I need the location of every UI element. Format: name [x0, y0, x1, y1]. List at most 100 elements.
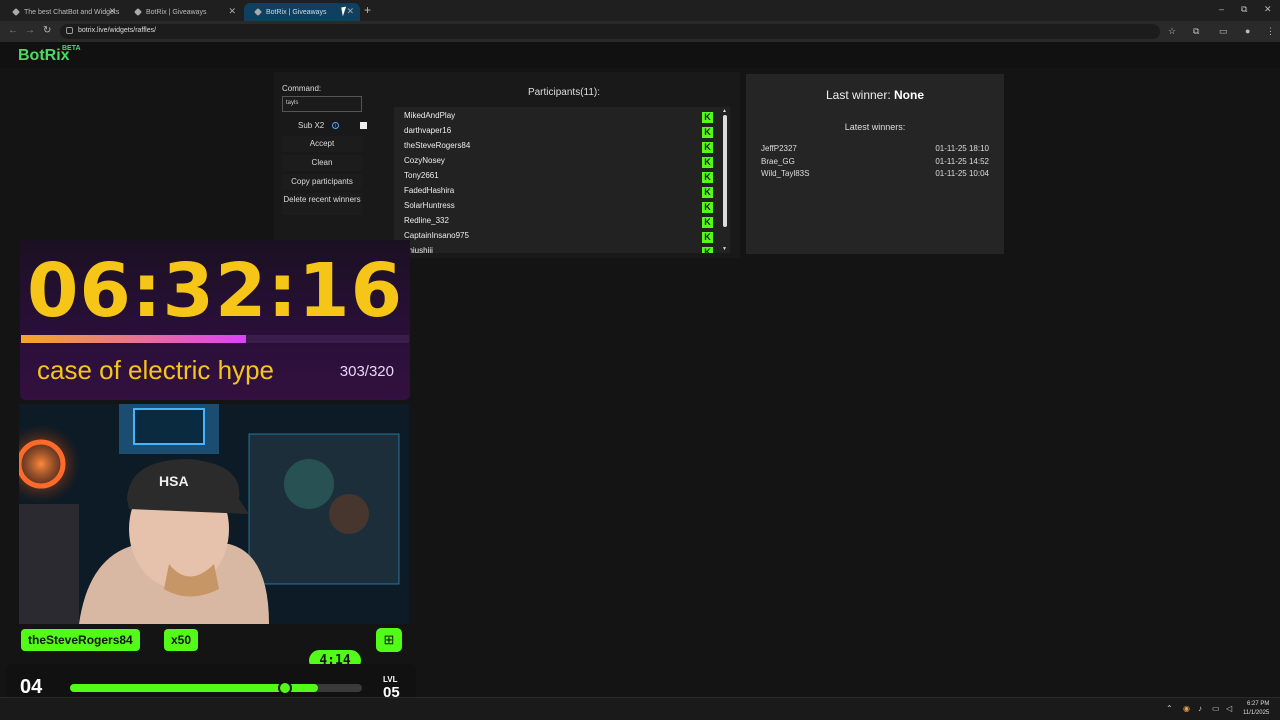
tray-app-icon[interactable]: ◉ [1183, 704, 1190, 713]
accept-button[interactable]: Accept [282, 136, 362, 152]
kick-logo-icon: K [702, 232, 713, 243]
webcam-image: HSA [19, 404, 409, 624]
winner-name: Wild_Tayl83S [761, 169, 810, 178]
sub-multiplier-label: Sub X2 [298, 121, 325, 130]
clean-button[interactable]: Clean [282, 155, 362, 171]
kick-logo-icon: K [702, 187, 713, 198]
participant-name: CozyNosey [404, 156, 445, 165]
participant-name: MikedAndPlay [404, 111, 456, 120]
winner-row: Brae_GG 01-11-25 14:52 [761, 157, 989, 166]
participant-row[interactable]: SolarHuntress K [404, 201, 713, 215]
winner-date: 01-11-25 10:04 [935, 169, 989, 178]
participant-row[interactable]: darthvaper16 K [404, 126, 713, 140]
command-input[interactable]: tayls [282, 96, 362, 112]
scroll-thumb[interactable] [723, 115, 727, 227]
tab-title: BotRix | Giveaways [146, 8, 207, 16]
raffle-panel: Command: tayls Sub X2 i Accept Clean Cop… [274, 72, 740, 258]
clock-time[interactable]: 6:27 PM [1247, 701, 1269, 707]
subathon-timer: 06:32:16 [26, 248, 404, 334]
reload-icon[interactable]: ↻ [43, 25, 51, 36]
bus-icon: ⊞ [376, 628, 402, 652]
close-tab-icon[interactable]: ✕ [228, 6, 236, 17]
participant-row[interactable]: CozyNosey K [404, 156, 713, 170]
beta-badge: BETA [62, 45, 81, 52]
winner-date: 01-11-25 14:52 [935, 156, 989, 166]
scroll-down-icon[interactable]: ▼ [722, 246, 727, 252]
site-info-icon[interactable] [66, 27, 73, 34]
winner-row: JeffP2327 01-11-25 18:10 [761, 144, 989, 153]
close-window-button[interactable]: ✕ [1264, 4, 1272, 15]
extensions-icon[interactable]: ⧉ [1193, 26, 1199, 37]
kick-logo-icon: K [702, 217, 713, 228]
participant-name: FadedHashira [404, 186, 455, 195]
participant-row[interactable]: ohiushiii K [404, 246, 713, 253]
participant-row[interactable]: MikedAndPlay K [404, 111, 713, 125]
current-level: 04 [20, 676, 43, 698]
participants-scrollbar[interactable]: ▲ ▼ [722, 108, 728, 254]
menu-icon[interactable]: ⋮ [1266, 26, 1275, 37]
participant-row[interactable]: FadedHashira K [404, 186, 713, 200]
winner-name: JeffP2327 [761, 144, 797, 153]
new-tab-button[interactable]: + [364, 3, 371, 17]
winner-name: Brae_GG [761, 156, 795, 166]
participant-name: Redline_332 [404, 216, 449, 225]
level-label: LVL [383, 675, 398, 684]
winner-panel: Last winner: None Latest winners: JeffP2… [746, 74, 1004, 254]
delete-recent-winners-button[interactable]: Delete recent winners [282, 193, 362, 215]
browser-tab-bar: The best ChatBot and Widgets ✕ BotRix | … [0, 0, 1280, 21]
sidepanel-icon[interactable]: ▭ [1219, 26, 1228, 37]
address-bar: ← → ↻ botrix.live/widgets/raffles/ ☆ ⧉ ▭… [0, 21, 1280, 42]
participant-name: theSteveRogers84 [404, 141, 471, 150]
kick-logo-icon: K [702, 202, 713, 213]
site-favicon-icon [12, 8, 20, 16]
winner-date: 01-11-25 18:10 [935, 144, 989, 153]
tray-chevron-icon[interactable]: ⌃ [1166, 704, 1173, 713]
maximize-button[interactable]: ⧉ [1241, 4, 1247, 15]
winner-row: Wild_Tayl83S 01-11-25 10:04 [761, 169, 989, 178]
tab-title: The best ChatBot and Widgets [24, 8, 120, 16]
site-favicon-icon [134, 8, 142, 16]
last-winner-value: None [894, 88, 925, 102]
hype-progress-track [21, 335, 409, 343]
sub-multiplier-checkbox[interactable] [360, 122, 367, 129]
scroll-up-icon[interactable]: ▲ [722, 108, 727, 114]
participant-row[interactable]: Tony2661 K [404, 171, 713, 185]
url-field[interactable]: botrix.live/widgets/raffles/ [60, 24, 1160, 39]
back-arrow-icon[interactable]: ← [8, 25, 18, 36]
multiplier-badge: x50 [164, 629, 199, 651]
bookmark-star-icon[interactable]: ☆ [1168, 26, 1176, 37]
kick-logo-icon: K [702, 112, 713, 123]
participant-row[interactable]: Redline_332 K [404, 216, 713, 230]
last-winner: Last winner: None [746, 88, 1004, 102]
command-label: Command: [282, 84, 322, 93]
site-header: BotRix BETA [0, 42, 1280, 68]
participant-name: CaptainInsano975 [404, 231, 469, 240]
tab-chatbot[interactable]: The best ChatBot and Widgets ✕ [2, 3, 122, 21]
participant-name: SolarHuntress [404, 201, 455, 210]
subathon-timer-widget: 06:32:16 case of electric hype 303/320 [20, 240, 410, 400]
network-icon[interactable]: ▭ [1212, 704, 1220, 713]
kick-logo-icon: K [702, 172, 713, 183]
hype-progress-fill [21, 335, 247, 343]
participant-row[interactable]: theSteveRogers84 K [404, 141, 713, 155]
hype-count: 303/320 [339, 363, 394, 380]
clock-date[interactable]: 11/1/2025 [1243, 710, 1269, 716]
tab-giveaways-1[interactable]: BotRix | Giveaways ✕ [124, 3, 242, 21]
profile-icon[interactable]: ● [1245, 26, 1250, 36]
participants-list[interactable]: MikedAndPlay Kdarthvaper16 KtheSteveRogers… [394, 107, 730, 253]
participants-title: Participants(11): [527, 87, 601, 98]
kick-logo-icon: K [702, 142, 713, 153]
info-icon[interactable]: i [332, 122, 339, 129]
kick-logo-icon: K [702, 247, 713, 253]
participant-row[interactable]: CaptainInsano975 K [404, 231, 713, 245]
copy-participants-button[interactable]: Copy participants [282, 174, 362, 190]
kick-logo-icon: K [702, 127, 713, 138]
kick-logo-icon: K [702, 157, 713, 168]
forward-arrow-icon[interactable]: → [25, 25, 35, 36]
minimize-button[interactable]: – [1219, 4, 1224, 14]
username-badge: theSteveRogers84 [21, 629, 140, 651]
mic-icon[interactable]: ♪ [1198, 704, 1202, 713]
xp-track [70, 681, 362, 695]
volume-icon[interactable]: ◁ [1226, 704, 1232, 713]
close-tab-icon[interactable]: ✕ [108, 6, 116, 17]
